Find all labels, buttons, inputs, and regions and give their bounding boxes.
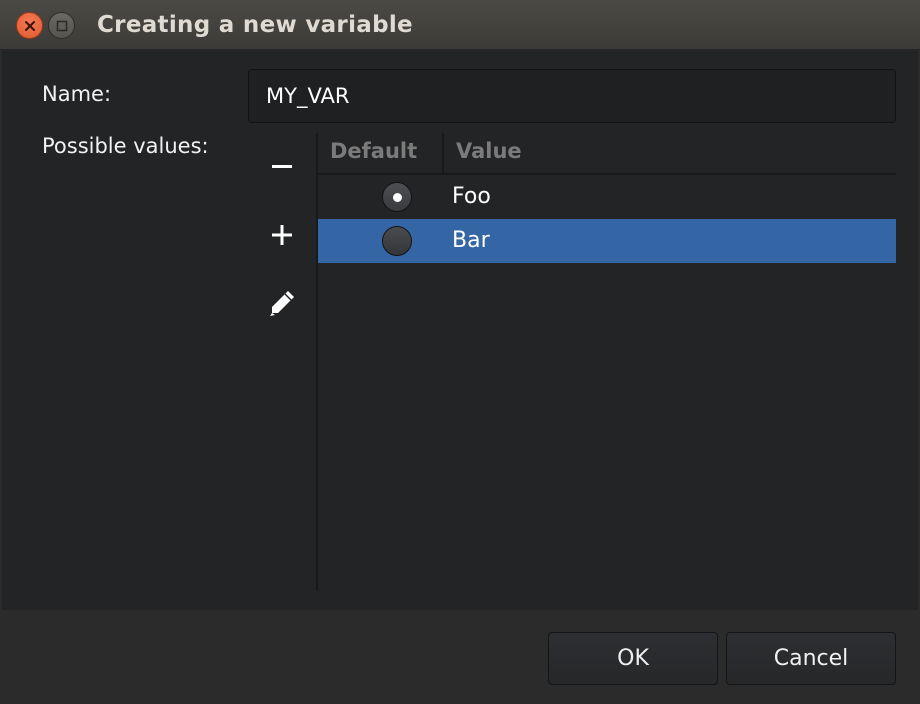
add-value-button[interactable]	[258, 211, 306, 259]
minus-icon	[272, 165, 292, 168]
remove-value-button[interactable]	[258, 142, 306, 190]
value-cell: Foo	[452, 184, 491, 209]
table-row-selected[interactable]: Bar	[318, 219, 896, 263]
table-header: Default Value	[318, 131, 896, 175]
value-cell: Bar	[452, 228, 490, 253]
default-radio[interactable]	[382, 226, 412, 256]
column-header-default[interactable]: Default	[330, 139, 417, 163]
close-icon	[24, 20, 35, 31]
window-title: Creating a new variable	[97, 12, 413, 38]
name-input[interactable]	[248, 69, 896, 123]
values-table: Default Value Foo Bar	[318, 131, 896, 591]
cancel-button[interactable]: Cancel	[726, 632, 896, 685]
ok-button[interactable]: OK	[548, 632, 718, 685]
close-button[interactable]	[16, 12, 43, 39]
default-radio-selected[interactable]	[382, 182, 412, 212]
name-label: Name:	[42, 82, 112, 106]
edit-value-button[interactable]	[258, 279, 306, 327]
table-row[interactable]: Foo	[318, 175, 896, 219]
title-bar: Creating a new variable	[0, 0, 920, 50]
possible-values-label: Possible values:	[42, 134, 209, 158]
maximize-icon	[56, 20, 67, 31]
column-header-value[interactable]: Value	[456, 139, 522, 163]
radio-dot	[392, 192, 402, 202]
plus-icon	[272, 225, 292, 245]
maximize-button[interactable]	[48, 12, 75, 39]
column-separator	[442, 133, 444, 173]
pencil-icon	[270, 291, 294, 316]
